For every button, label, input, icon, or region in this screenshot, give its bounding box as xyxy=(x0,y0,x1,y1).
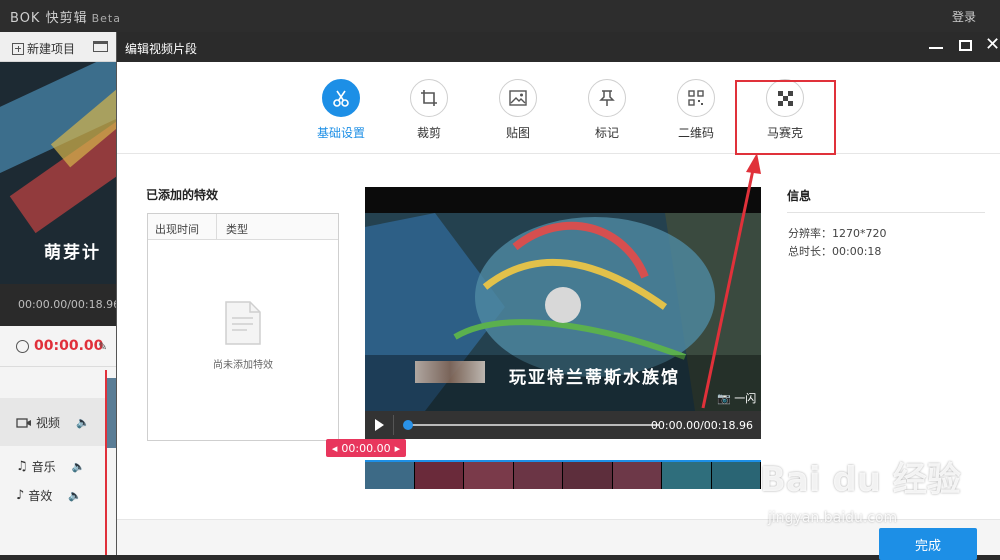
background-preview: 萌芽计 xyxy=(0,62,116,284)
info-title: 信息 xyxy=(787,189,812,203)
sound-effect-icon: ♪ xyxy=(16,488,25,503)
info-resolution: 分辨率：1270*720 xyxy=(788,227,887,240)
app-toolbar: 新建项目 xyxy=(0,32,116,62)
film-frame xyxy=(414,462,464,489)
effects-table-header: 出现时间 类型 xyxy=(148,214,338,240)
tab-mark[interactable]: 标记 xyxy=(567,79,647,141)
clock-icon xyxy=(16,340,29,353)
track-sfx-label[interactable]: ♪ 音效 🔈 xyxy=(16,487,82,504)
film-frame xyxy=(513,462,563,489)
login-link[interactable]: 登录 xyxy=(952,8,976,25)
filmstrip[interactable] xyxy=(365,460,761,489)
video-controls: 00:00.00/00:18.96 xyxy=(365,411,761,439)
qrcode-icon xyxy=(677,79,715,117)
tab-label: 基础设置 xyxy=(316,126,365,140)
background-timebar: 00:00.00/00:18.96 xyxy=(0,284,120,326)
annotation-highlight-box xyxy=(735,80,836,155)
effects-title: 已添加的特效 xyxy=(146,188,219,202)
music-icon: ♫ xyxy=(16,459,28,474)
film-frame xyxy=(464,462,514,489)
video-icon xyxy=(16,417,31,428)
new-project-label: 新建项目 xyxy=(27,42,76,56)
chevron-left-icon: ◂ xyxy=(331,441,338,455)
tab-basic-settings[interactable]: 基础设置 xyxy=(301,79,381,141)
background-time: 00:00.00/00:18.96 xyxy=(18,298,121,311)
effects-table: 出现时间 类型 尚未添加特效 xyxy=(147,213,339,441)
scissors-icon xyxy=(322,79,360,117)
document-icon xyxy=(223,300,263,349)
playback-time: 00:00.00/00:18.96 xyxy=(650,419,753,432)
tab-label: 标记 xyxy=(594,126,619,140)
progress-bar[interactable] xyxy=(407,424,659,426)
minimize-icon[interactable] xyxy=(929,47,943,49)
speaker-icon[interactable]: 🔈 xyxy=(68,489,82,502)
pin-icon xyxy=(588,79,626,117)
divider xyxy=(0,366,116,367)
beta-label: Beta xyxy=(91,12,121,25)
image-icon xyxy=(499,79,537,117)
play-icon[interactable] xyxy=(375,419,384,431)
film-frame xyxy=(365,462,415,489)
speaker-icon[interactable]: 🔈 xyxy=(76,416,90,429)
dialog-title: 编辑视频片段 xyxy=(125,42,198,56)
app-titlebar: BOK 快剪辑 Beta 登录 xyxy=(0,0,1000,32)
empty-effects-text: 尚未添加特效 xyxy=(213,360,273,371)
track-music-label[interactable]: ♫ 音乐 🔈 xyxy=(16,458,85,475)
plus-icon xyxy=(12,42,24,55)
tab-label: 贴图 xyxy=(505,126,530,140)
chevron-right-icon: ▸ xyxy=(394,441,401,455)
baidu-watermark: Bai du 经验 xyxy=(760,460,961,500)
folder-icon[interactable] xyxy=(93,41,108,52)
video-caption: 玩亚特兰蒂斯水族馆 xyxy=(509,368,680,388)
film-frame xyxy=(662,462,712,489)
speaker-icon[interactable]: 🔈 xyxy=(72,460,86,473)
crop-icon xyxy=(410,79,448,117)
tab-sticker[interactable]: 贴图 xyxy=(478,79,558,141)
film-frame xyxy=(563,462,613,489)
info-duration: 总时长：00:00:18 xyxy=(788,245,882,258)
app-logo: BOK 快剪辑 Beta xyxy=(10,11,121,26)
blurred-text xyxy=(415,361,485,383)
playhead-line[interactable] xyxy=(105,370,107,555)
film-frame xyxy=(612,462,662,489)
progress-knob[interactable] xyxy=(403,420,413,430)
close-icon[interactable]: ✕ xyxy=(985,36,1000,54)
background-caption: 萌芽计 xyxy=(44,243,101,263)
tab-label: 裁剪 xyxy=(416,126,441,140)
snapshot-button[interactable]: 📷 一闪 xyxy=(717,390,756,406)
baidu-watermark-url: jingyan.baidu.com xyxy=(768,510,898,526)
tool-tabs: 基础设置 裁剪 贴图 标记 二维码 马赛克 xyxy=(117,62,1000,154)
time-marker[interactable]: ◂ 00:00.00 ▸ xyxy=(326,439,406,457)
column-type[interactable]: 类型 xyxy=(226,221,248,237)
pencil-icon[interactable]: ✎ xyxy=(98,340,107,353)
column-time[interactable]: 出现时间 xyxy=(155,221,199,237)
track-video-label[interactable]: 视频 🔈 xyxy=(16,414,90,431)
tab-qrcode[interactable]: 二维码 xyxy=(656,79,736,141)
tab-crop[interactable]: 裁剪 xyxy=(389,79,469,141)
current-time: 00:00.00 xyxy=(34,338,104,354)
new-project-button[interactable]: 新建项目 xyxy=(12,40,75,57)
dialog-titlebar: 编辑视频片段 ✕ xyxy=(117,32,1000,62)
timeline-clip-thumb[interactable] xyxy=(107,378,116,448)
video-preview[interactable]: 玩亚特兰蒂斯水族馆 📷 一闪 xyxy=(365,187,761,411)
tab-label: 二维码 xyxy=(677,126,714,140)
film-frame xyxy=(711,462,761,489)
done-button[interactable]: 完成 xyxy=(879,528,977,560)
maximize-icon[interactable] xyxy=(959,40,972,51)
